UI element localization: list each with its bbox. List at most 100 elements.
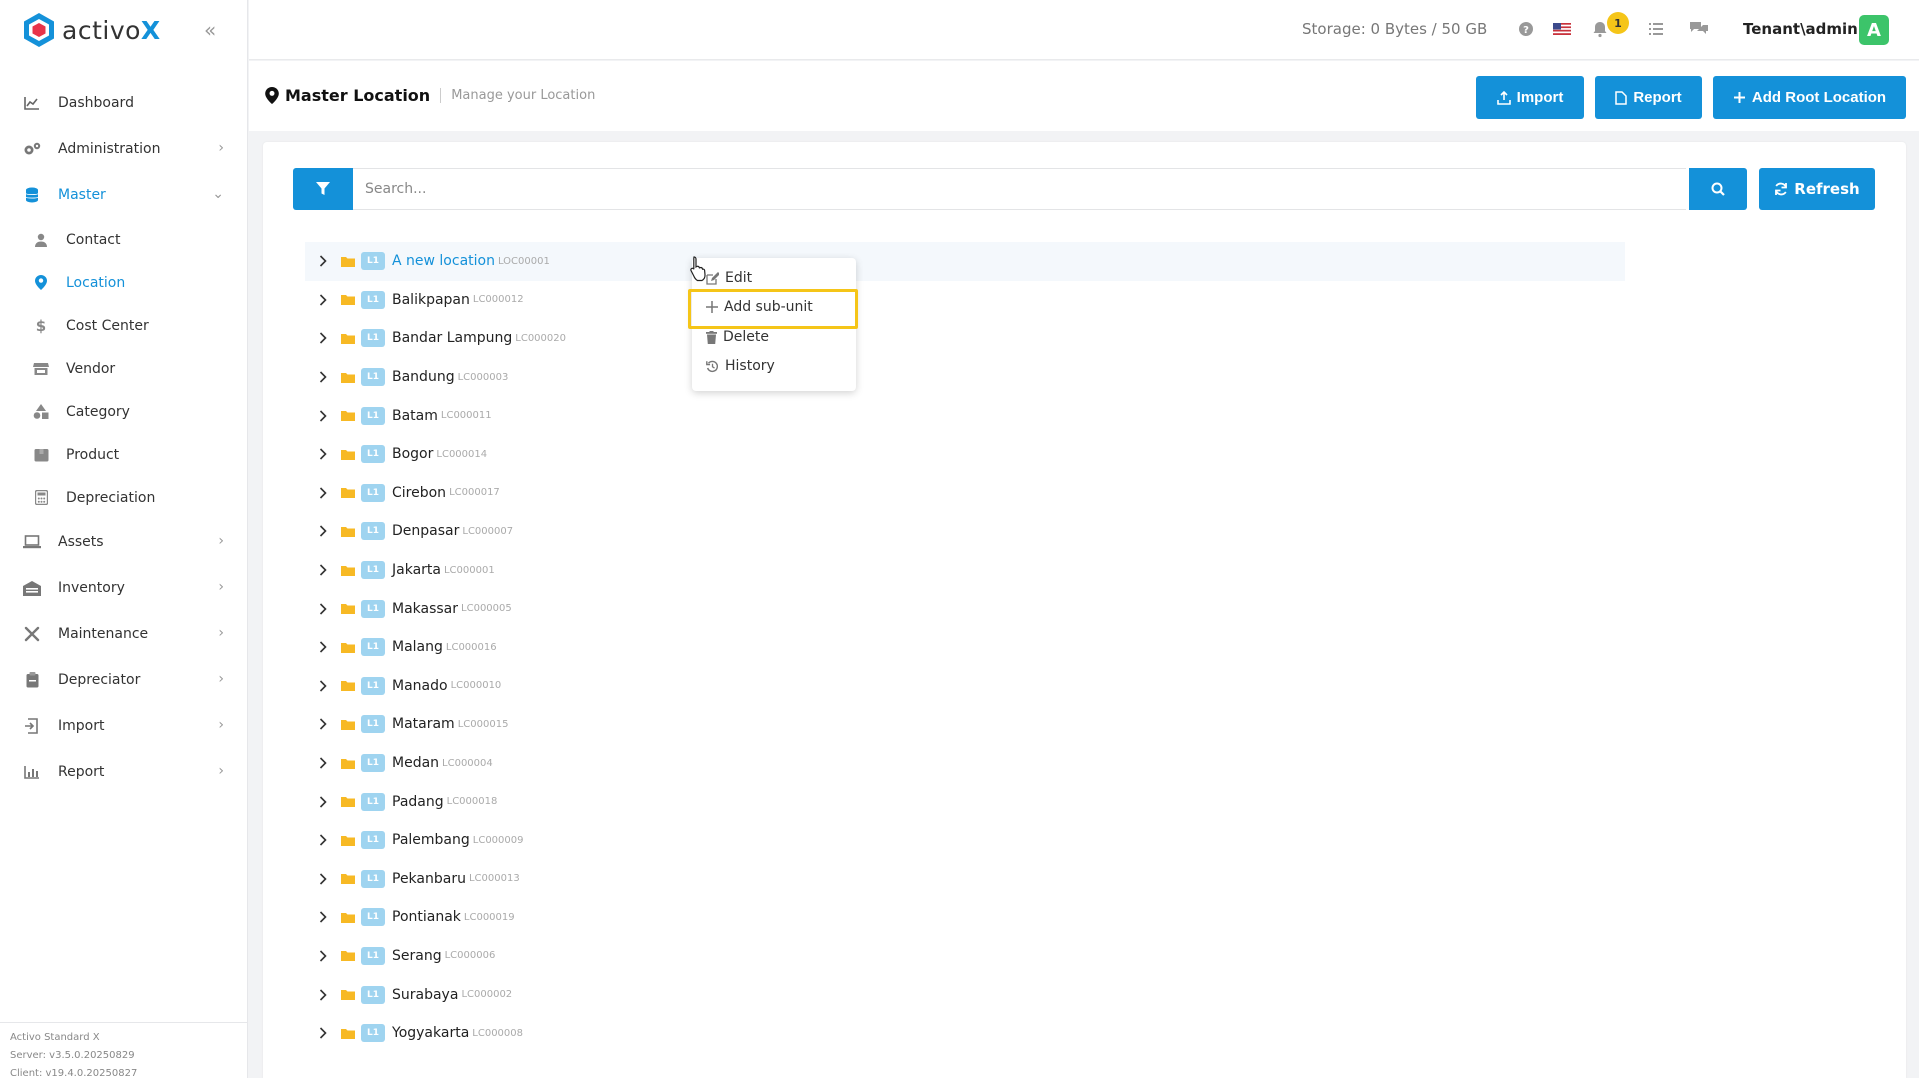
sidebar-item-import[interactable]: Import › — [0, 703, 248, 749]
location-name[interactable]: Padang — [392, 794, 444, 810]
sidebar-subitem-vendor[interactable]: Vendor — [0, 347, 248, 390]
tree-row[interactable]: L1 Serang LC000006 — [305, 937, 1625, 976]
chevron-right-icon[interactable] — [319, 873, 333, 885]
location-name[interactable]: Cirebon — [392, 485, 446, 501]
chevron-right-icon[interactable] — [319, 641, 333, 653]
avatar[interactable]: A — [1859, 15, 1889, 45]
sidebar-subitem-contact[interactable]: Contact — [0, 218, 248, 261]
sidebar-item-dashboard[interactable]: Dashboard — [0, 80, 248, 126]
context-menu-add-sub-unit[interactable]: Add sub-unit — [706, 299, 813, 315]
tree-row[interactable]: L1 Batam LC000011 — [305, 396, 1625, 435]
sidebar-subitem-location[interactable]: Location — [0, 261, 248, 304]
tree-row[interactable]: L1 Malang LC000016 — [305, 628, 1625, 667]
help-icon[interactable]: ? — [1517, 20, 1535, 38]
location-name[interactable]: Pekanbaru — [392, 871, 466, 887]
sidebar-item-assets[interactable]: Assets › — [0, 519, 248, 565]
add-root-location-button[interactable]: Add Root Location — [1713, 76, 1906, 119]
location-name[interactable]: Surabaya — [392, 987, 458, 1003]
chevron-right-icon[interactable] — [319, 834, 333, 846]
tree-row[interactable]: L1 Denpasar LC000007 — [305, 512, 1625, 551]
user-name[interactable]: Tenant\admin — [1743, 20, 1858, 38]
tree-row[interactable]: L1 Palembang LC000009 — [305, 821, 1625, 860]
tree-row[interactable]: L1 Manado LC000010 — [305, 667, 1625, 706]
tree-row[interactable]: L1 Pontianak LC000019 — [305, 898, 1625, 937]
tree-row[interactable]: L1 Surabaya LC000002 — [305, 975, 1625, 1014]
sidebar-subitem-product[interactable]: Product — [0, 433, 248, 476]
location-name[interactable]: Makassar — [392, 601, 458, 617]
chevron-right-icon[interactable] — [319, 950, 333, 962]
sidebar-item-master[interactable]: Master ⌄ — [0, 172, 248, 218]
chevron-right-icon[interactable] — [319, 796, 333, 808]
report-button[interactable]: Report — [1595, 76, 1702, 119]
sidebar-item-administration[interactable]: Administration › — [0, 126, 248, 172]
location-name[interactable]: Pontianak — [392, 909, 461, 925]
tree-row[interactable]: L1 Bandung LC000003 — [305, 358, 1625, 397]
chevron-right-icon[interactable] — [319, 911, 333, 923]
chevron-right-icon[interactable] — [319, 757, 333, 769]
location-name[interactable]: Bandar Lampung — [392, 330, 512, 346]
chevron-right-icon[interactable] — [319, 255, 333, 267]
tree-row[interactable]: L1 Bogor LC000014 — [305, 435, 1625, 474]
sidebar-subitem-cost-center[interactable]: $ Cost Center — [0, 304, 248, 347]
tree-row[interactable]: L1 Medan LC000004 — [305, 744, 1625, 783]
sidebar-subitem-depreciation[interactable]: Depreciation — [0, 476, 248, 519]
search-button[interactable] — [1689, 168, 1747, 210]
chevron-right-icon[interactable] — [319, 564, 333, 576]
collapse-sidebar-icon[interactable]: « — [204, 18, 216, 42]
us-flag-icon[interactable] — [1553, 23, 1571, 35]
chevron-right-icon[interactable] — [319, 371, 333, 383]
location-name[interactable]: Medan — [392, 755, 439, 771]
location-name[interactable]: Jakarta — [392, 562, 441, 578]
chevron-right-icon[interactable] — [319, 1027, 333, 1039]
delete-label: Delete — [723, 329, 769, 345]
chevron-right-icon[interactable] — [319, 448, 333, 460]
location-name[interactable]: Bogor — [392, 446, 433, 462]
chevron-right-icon[interactable] — [319, 718, 333, 730]
context-menu-history[interactable]: History — [706, 358, 775, 374]
sidebar-item-label: Maintenance — [58, 626, 149, 642]
chat-icon[interactable] — [1689, 20, 1709, 38]
location-name[interactable]: Serang — [392, 948, 442, 964]
location-name[interactable]: Yogyakarta — [392, 1025, 469, 1041]
sidebar-item-depreciator[interactable]: Depreciator › — [0, 657, 248, 703]
location-name[interactable]: Palembang — [392, 832, 470, 848]
chevron-right-icon[interactable] — [319, 294, 333, 306]
sidebar-item-inventory[interactable]: Inventory › — [0, 565, 248, 611]
tree-row[interactable]: L1 Cirebon LC000017 — [305, 474, 1625, 513]
chevron-right-icon[interactable] — [319, 603, 333, 615]
tree-row[interactable]: L1 Makassar LC000005 — [305, 589, 1625, 628]
trash-icon — [706, 330, 717, 344]
tree-row[interactable]: L1 Bandar Lampung LC000020 — [305, 319, 1625, 358]
location-name[interactable]: Manado — [392, 678, 448, 694]
location-name[interactable]: Balikpapan — [392, 292, 470, 308]
task-list-icon[interactable] — [1647, 20, 1665, 38]
chevron-right-icon[interactable] — [319, 410, 333, 422]
chevron-right-icon[interactable] — [319, 989, 333, 1001]
chevron-right-icon[interactable] — [319, 487, 333, 499]
chevron-right-icon[interactable] — [319, 680, 333, 692]
context-menu-delete[interactable]: Delete — [706, 329, 769, 345]
search-input[interactable] — [353, 168, 1686, 210]
chevron-right-icon[interactable] — [319, 332, 333, 345]
location-name[interactable]: Malang — [392, 639, 443, 655]
location-name[interactable]: A new location — [392, 253, 495, 269]
import-button[interactable]: Import — [1476, 76, 1584, 119]
location-name[interactable]: Denpasar — [392, 523, 459, 539]
tree-row[interactable]: L1 A new location LOC00001 — [305, 242, 1625, 281]
location-name[interactable]: Bandung — [392, 369, 455, 385]
refresh-button[interactable]: Refresh — [1759, 168, 1875, 210]
tree-row[interactable]: L1 Yogyakarta LC000008 — [305, 1014, 1625, 1053]
tree-row[interactable]: L1 Jakarta LC000001 — [305, 551, 1625, 590]
location-name[interactable]: Batam — [392, 408, 438, 424]
filter-button[interactable] — [293, 168, 353, 210]
tree-row[interactable]: L1 Padang LC000018 — [305, 782, 1625, 821]
tree-row[interactable]: L1 Balikpapan LC000012 — [305, 281, 1625, 320]
sidebar-subitem-category[interactable]: Category — [0, 390, 248, 433]
chevron-right-icon[interactable] — [319, 525, 333, 538]
sidebar-item-maintenance[interactable]: Maintenance › — [0, 611, 248, 657]
location-name[interactable]: Mataram — [392, 716, 455, 732]
sidebar-item-report[interactable]: Report › — [0, 749, 248, 795]
context-menu-edit[interactable]: Edit — [706, 270, 752, 286]
tree-row[interactable]: L1 Mataram LC000015 — [305, 705, 1625, 744]
tree-row[interactable]: L1 Pekanbaru LC000013 — [305, 860, 1625, 899]
